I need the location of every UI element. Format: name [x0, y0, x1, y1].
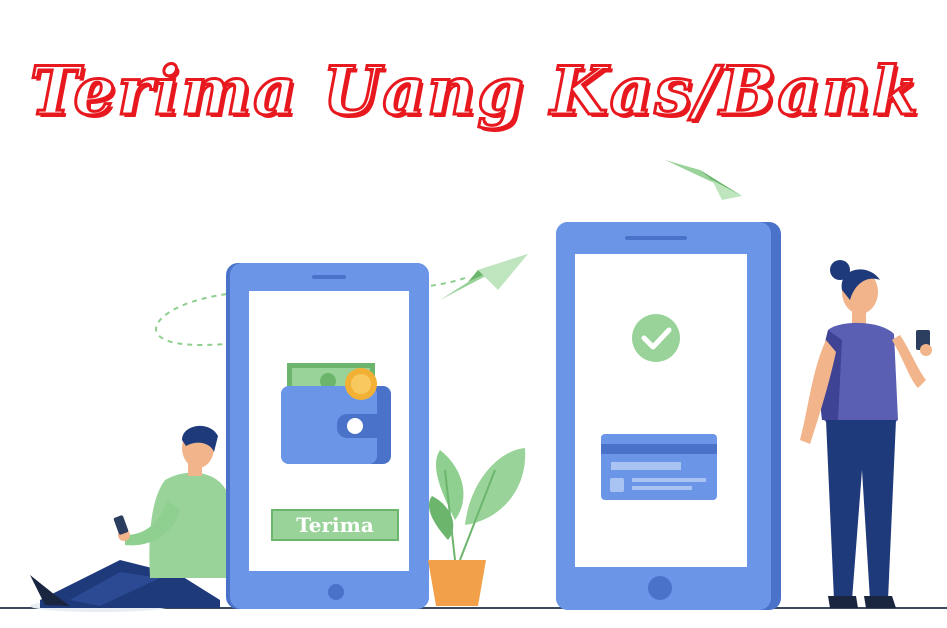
plant-pot [428, 560, 486, 606]
phone-icon [113, 515, 129, 535]
terima-button-label: Terima [296, 513, 374, 537]
coin-icon [345, 368, 377, 400]
right-phone [556, 222, 781, 610]
credit-card-icon [601, 434, 717, 500]
home-button[interactable] [648, 576, 672, 600]
paper-plane-icon [440, 254, 528, 300]
terima-button[interactable]: Terima [271, 509, 399, 541]
illustration: Terima [0, 160, 947, 612]
plant [428, 448, 526, 606]
sitting-man [30, 425, 226, 612]
standing-woman [800, 260, 932, 608]
speaker [625, 236, 687, 240]
check-circle-icon [632, 314, 680, 362]
speaker [312, 275, 346, 279]
left-phone: Terima [226, 263, 429, 609]
right-phone-screen [575, 254, 747, 567]
paper-plane-icon [665, 160, 742, 200]
home-button[interactable] [328, 584, 344, 600]
